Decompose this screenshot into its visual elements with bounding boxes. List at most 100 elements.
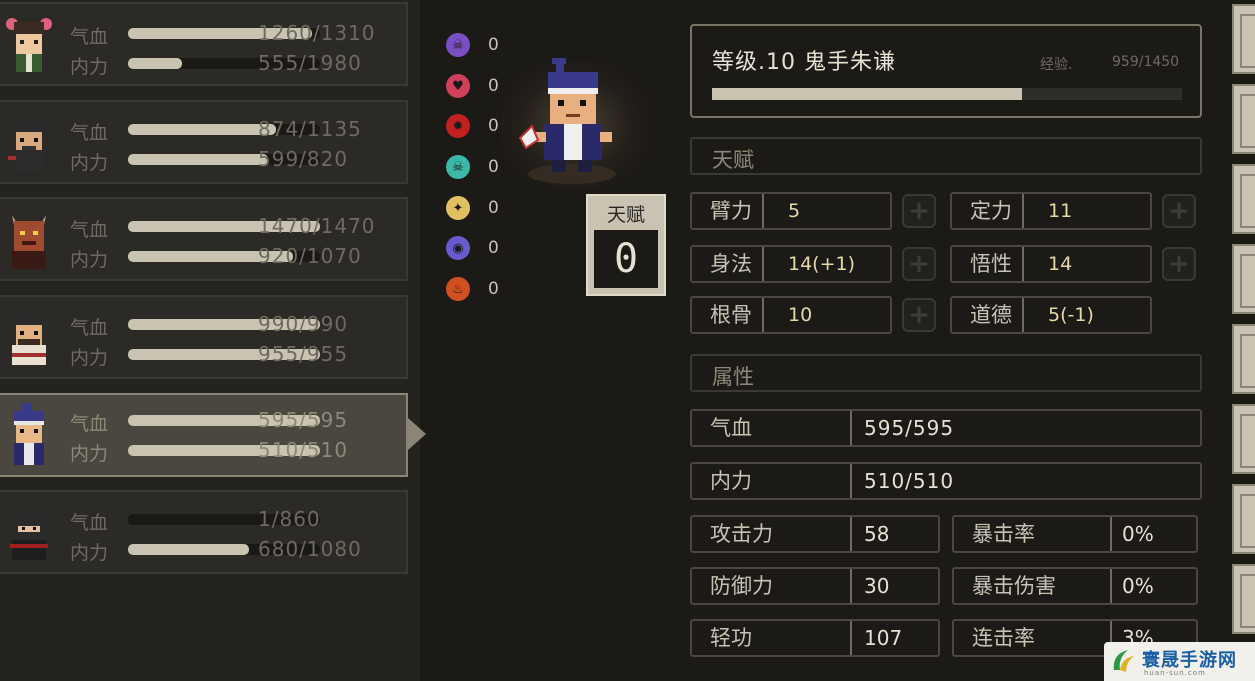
attribute-value: 5(-1)	[1048, 304, 1094, 326]
exp-bar	[712, 88, 1182, 100]
talent-points-label: 天赋	[606, 204, 645, 226]
hp-label: 气血	[70, 219, 109, 241]
status-effect[interactable]: ♨ 0	[446, 277, 526, 303]
hp-value: 595/595	[258, 408, 349, 432]
property-section-label: 属性	[712, 365, 754, 389]
mp-value: 599/820	[258, 147, 349, 171]
talent-points-display: 0	[592, 228, 660, 290]
side-tab[interactable]	[1232, 164, 1255, 234]
add-point-button[interactable]: +	[1162, 194, 1196, 228]
attribute-morality: 道德 5(-1)	[950, 296, 1152, 334]
skull-icon: ☠	[446, 33, 470, 57]
property-section-header[interactable]: 属性	[690, 354, 1202, 392]
fire-icon: ♨	[446, 277, 470, 301]
add-point-button[interactable]: +	[1162, 247, 1196, 281]
talent-section-label: 天赋	[712, 148, 754, 172]
site-watermark: 寰晟手游网 huan-sun.com	[1104, 642, 1255, 681]
status-count: 0	[488, 279, 499, 299]
mp-bar-fill	[128, 154, 269, 165]
side-tab[interactable]	[1232, 404, 1255, 474]
attribute-value: 14	[1048, 253, 1073, 275]
stat-name: 气血	[692, 411, 852, 445]
stat-defense: 防御力 30	[690, 567, 940, 605]
attribute-value: 5	[788, 200, 801, 222]
mp-label: 内力	[70, 152, 109, 174]
stat-attack: 攻击力 58	[690, 515, 940, 553]
add-point-button[interactable]: +	[902, 298, 936, 332]
attribute-strength: 臂力 5	[690, 192, 892, 230]
character-header: 等级.10 鬼手朱谦 经验. 959/1450	[690, 24, 1202, 118]
status-effect[interactable]: ◉ 0	[446, 236, 526, 262]
status-count: 0	[488, 116, 499, 136]
party-list: 气血 1260/1310 内力 555/1980 气血 874/1135 内力	[0, 0, 426, 681]
talent-points-box[interactable]: 天赋 0	[586, 194, 666, 296]
exp-label: 经验.	[1040, 57, 1073, 73]
hp-value: 990/990	[258, 312, 349, 336]
attribute-name: 身法	[692, 247, 764, 281]
stat-lightness-skill: 轻功 107	[690, 619, 940, 657]
side-tab[interactable]	[1232, 484, 1255, 554]
mp-value: 955/955	[258, 342, 349, 366]
stun-icon: ✦	[446, 196, 470, 220]
status-effect[interactable]: ☠ 0	[446, 33, 526, 59]
stat-mp: 内力 510/510	[690, 462, 1202, 500]
blood-splat-icon: ✹	[446, 114, 470, 138]
status-count: 0	[488, 76, 499, 96]
exp-bar-fill	[712, 88, 1023, 100]
hp-value: 1260/1310	[258, 21, 376, 45]
talent-section-header[interactable]: 天赋	[690, 137, 1202, 175]
side-tab[interactable]	[1232, 244, 1255, 314]
attribute-name: 道德	[952, 298, 1024, 332]
character-portrait	[518, 58, 616, 184]
talent-points-value: 0	[613, 236, 639, 282]
party-member[interactable]: 气血 1260/1310 内力 555/1980	[0, 2, 408, 86]
stat-name: 轻功	[692, 621, 852, 655]
party-member-selected[interactable]: 气血 595/595 内力 510/510	[0, 393, 408, 477]
character-avatar	[14, 403, 44, 465]
character-avatar	[6, 18, 52, 72]
attribute-name: 根骨	[692, 298, 764, 332]
party-member[interactable]: 气血 874/1135 内力 599/820	[0, 100, 408, 184]
stat-value: 30	[864, 574, 890, 598]
side-tab[interactable]	[1232, 84, 1255, 154]
add-point-button[interactable]: +	[902, 194, 936, 228]
side-tab[interactable]	[1232, 4, 1255, 74]
side-tab[interactable]	[1232, 564, 1255, 634]
party-member[interactable]: 气血 990/990 内力 955/955	[0, 295, 408, 379]
mp-label: 内力	[70, 443, 109, 465]
attribute-constitution: 根骨 10	[690, 296, 892, 334]
hp-value: 1470/1470	[258, 214, 376, 238]
mp-label: 内力	[70, 249, 109, 271]
attribute-value: 10	[788, 304, 813, 326]
add-point-button[interactable]: +	[902, 247, 936, 281]
side-tab[interactable]	[1232, 324, 1255, 394]
mp-bar-fill	[128, 58, 182, 69]
attribute-value: 11	[1048, 200, 1073, 222]
hp-label: 气血	[70, 413, 109, 435]
hp-value: 1/860	[258, 507, 321, 531]
mp-label: 内力	[70, 347, 109, 369]
side-tab-strip	[1228, 0, 1255, 681]
status-effect[interactable]: ✦ 0	[446, 196, 526, 222]
stat-name: 攻击力	[692, 517, 852, 551]
stat-name: 防御力	[692, 569, 852, 603]
watermark-logo-icon	[1113, 650, 1134, 672]
watermark-url: huan-sun.com	[1144, 669, 1206, 677]
hp-label: 气血	[70, 317, 109, 339]
hp-label: 气血	[70, 512, 109, 534]
poison-skull-icon: ☠	[446, 155, 470, 179]
attribute-name: 定力	[952, 194, 1024, 228]
hp-value: 874/1135	[258, 117, 362, 141]
status-count: 0	[488, 35, 499, 55]
broken-heart-icon: ♥	[446, 74, 470, 98]
status-and-portrait: ☠ 0 ♥ 0 ✹ 0 ☠ 0 ✦ 0 ◉ 0 ♨ 0 天赋 0	[420, 0, 685, 681]
mp-value: 920/1070	[258, 244, 362, 268]
hp-label: 气血	[70, 122, 109, 144]
stat-value: 595/595	[864, 416, 955, 440]
status-count: 0	[488, 157, 499, 177]
character-avatar	[10, 504, 48, 560]
hp-bar-fill	[128, 124, 276, 135]
party-member[interactable]: 气血 1/860 内力 680/1080	[0, 490, 408, 574]
character-avatar	[12, 215, 46, 269]
party-member[interactable]: 气血 1470/1470 内力 920/1070	[0, 197, 408, 281]
